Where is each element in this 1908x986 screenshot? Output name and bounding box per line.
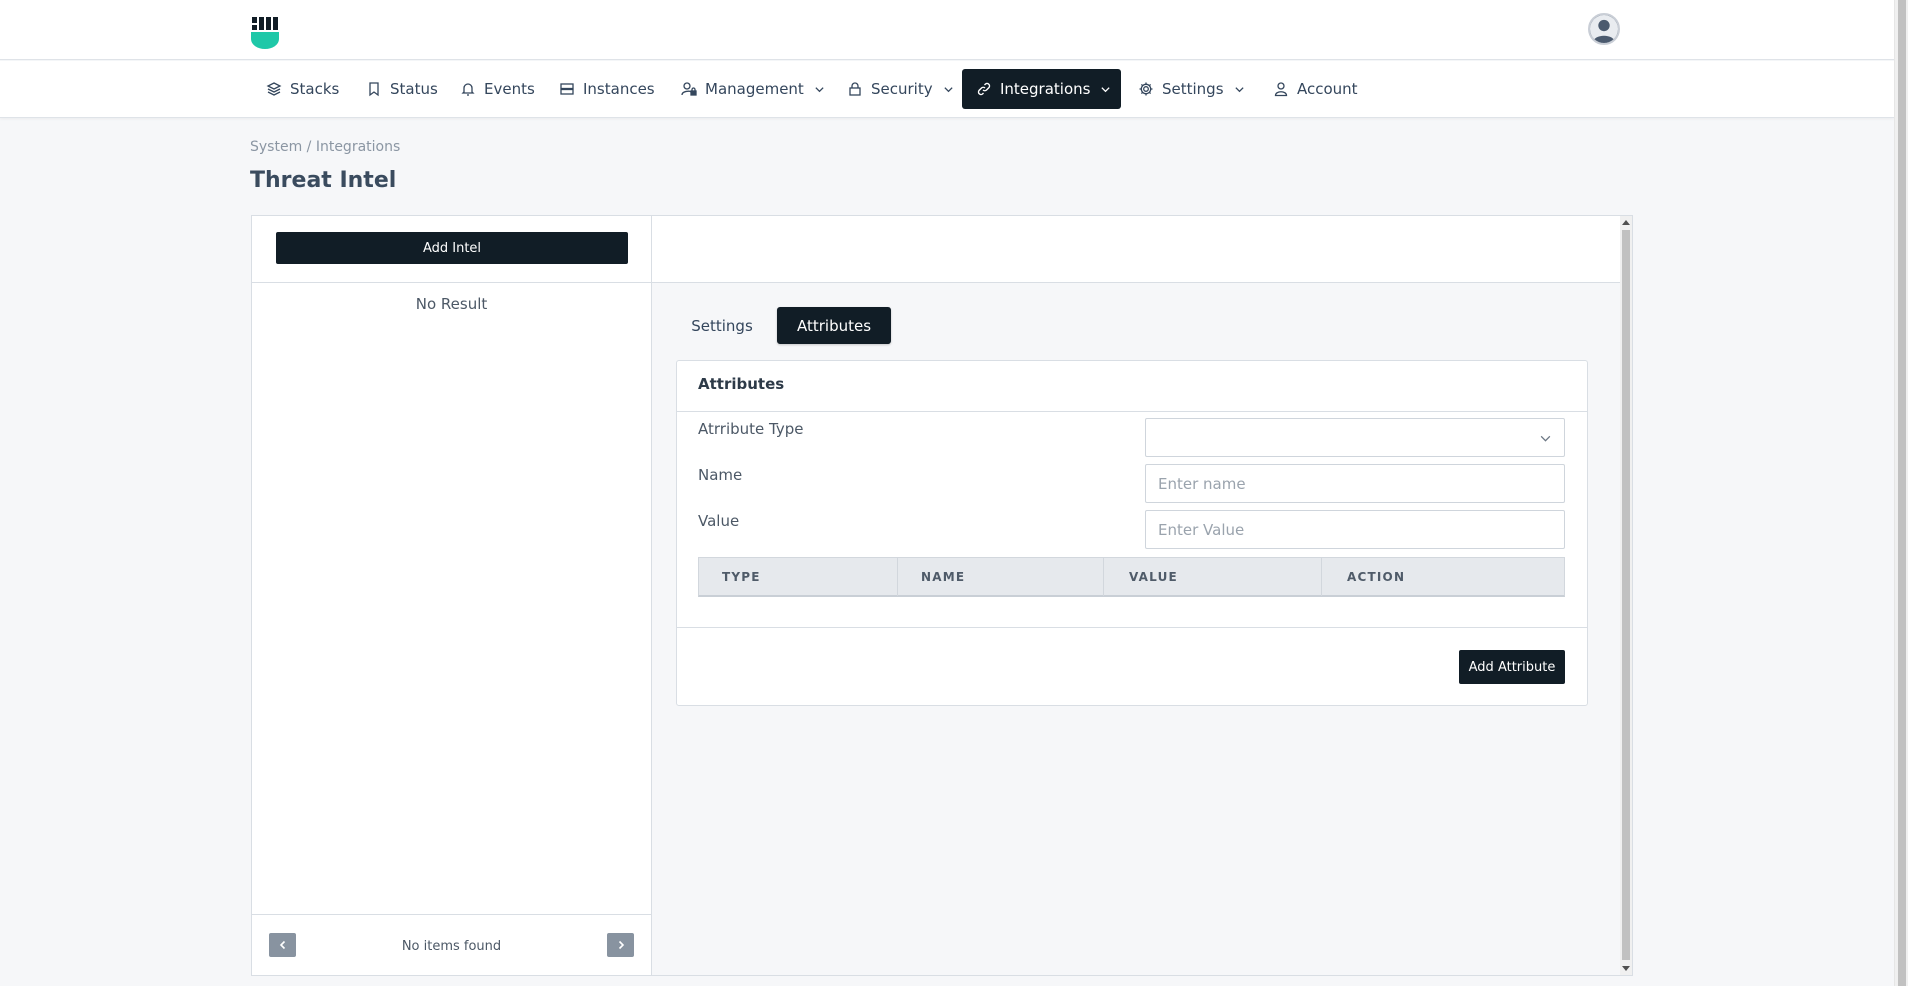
nav-label-stacks: Stacks [290, 80, 340, 98]
chevron-down-icon [1540, 435, 1551, 442]
column-header-action: ACTION [1347, 570, 1406, 584]
nav-item-management[interactable]: Management [667, 69, 839, 109]
attribute-type-select[interactable] [1145, 418, 1565, 457]
column-separator [897, 558, 898, 596]
layers-icon [266, 82, 282, 96]
nav-item-instances[interactable]: Instances [545, 69, 669, 109]
attribute-type-label: Atrribute Type [698, 420, 804, 438]
intel-detail-column: Settings Attributes Attributes Atrribute… [652, 216, 1620, 975]
nav-label-events: Events [484, 80, 535, 98]
nav-label-security: Security [871, 80, 933, 98]
nav-label-account: Account [1297, 80, 1358, 98]
name-input[interactable] [1158, 474, 1552, 493]
nav-item-integrations[interactable]: Integrations [962, 69, 1121, 109]
pagination-footer: No items found [252, 914, 651, 975]
nav-label-status: Status [390, 80, 438, 98]
column-separator [1321, 558, 1322, 596]
nav-label-instances: Instances [583, 80, 655, 98]
value-label: Value [698, 512, 740, 530]
column-separator [1103, 558, 1104, 596]
app-logo[interactable] [250, 17, 280, 49]
scrollbar-thumb[interactable] [1622, 230, 1630, 960]
server-icon [560, 83, 574, 95]
link-icon [977, 82, 991, 96]
nav-label-integrations: Integrations [1000, 80, 1091, 98]
top-bar [0, 0, 1894, 60]
nav-label-management: Management [705, 80, 804, 98]
user-lock-icon [681, 82, 697, 96]
pagination-status: No items found [401, 939, 502, 954]
page-scrollbar-thumb[interactable] [1898, 0, 1906, 986]
name-label: Name [698, 466, 743, 484]
nav-label-settings: Settings [1162, 80, 1224, 98]
tab-settings[interactable]: Settings [682, 307, 762, 344]
chevron-down-icon [1101, 86, 1111, 92]
detail-header [652, 216, 1620, 283]
user-silhouette-icon [1590, 15, 1618, 43]
nav-item-stacks[interactable]: Stacks [252, 69, 353, 109]
value-input[interactable] [1158, 520, 1552, 539]
lock-icon [849, 82, 861, 96]
bell-icon [461, 83, 475, 96]
threat-intel-panel: Add Intel No Result No items found Setti… [251, 215, 1633, 976]
divider [677, 627, 1587, 628]
column-header-value: VALUE [1129, 570, 1178, 584]
name-field-wrapper [1145, 464, 1565, 503]
bookmark-icon [369, 82, 379, 97]
scroll-up-arrow-icon[interactable] [1622, 220, 1630, 225]
empty-result-text: No Result [415, 295, 488, 313]
page-scrollbar[interactable] [1894, 0, 1908, 986]
chevron-down-icon [815, 86, 824, 92]
add-attribute-button[interactable]: Add Attribute [1459, 650, 1565, 684]
value-field-wrapper [1145, 510, 1565, 549]
chevron-right-icon [618, 940, 624, 950]
nav-item-settings[interactable]: Settings [1124, 69, 1259, 109]
attributes-card-title: Attributes [698, 375, 785, 393]
intel-list-header: Add Intel [252, 216, 651, 283]
attributes-card: Attributes Atrribute Type Name Value TYP… [676, 360, 1588, 706]
attributes-table-header: TYPE NAME VALUE ACTION [698, 557, 1565, 597]
gear-icon [1139, 82, 1153, 96]
panel-scrollbar[interactable] [1620, 216, 1632, 975]
divider [677, 411, 1587, 412]
scroll-down-arrow-icon[interactable] [1622, 966, 1630, 971]
column-header-type: TYPE [722, 570, 761, 584]
intel-list-column: Add Intel No Result No items found [252, 216, 652, 975]
column-header-name: NAME [921, 570, 966, 584]
chevron-down-icon [943, 86, 953, 92]
user-icon [1274, 82, 1288, 97]
chevron-down-icon [1234, 86, 1244, 92]
nav-item-events[interactable]: Events [446, 69, 549, 109]
next-page-button[interactable] [607, 933, 634, 957]
main-nav: Stacks Status Events Instances Managemen… [0, 61, 1894, 118]
nav-item-security[interactable]: Security [833, 69, 968, 109]
breadcrumb[interactable]: System / Integrations [250, 139, 400, 155]
user-avatar[interactable] [1588, 13, 1620, 45]
nav-item-status[interactable]: Status [352, 69, 452, 109]
page-title: Threat Intel [250, 168, 397, 193]
tab-attributes[interactable]: Attributes [777, 307, 891, 344]
add-intel-button[interactable]: Add Intel [276, 232, 628, 264]
nav-item-account[interactable]: Account [1259, 69, 1372, 109]
